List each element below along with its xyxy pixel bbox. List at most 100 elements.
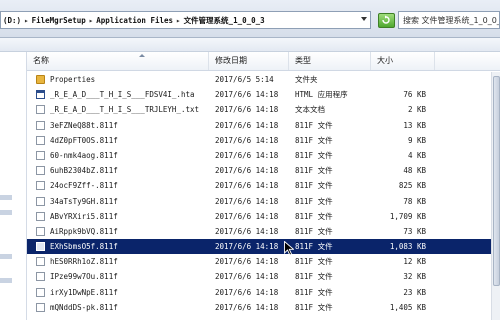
file-size: 32 KB (403, 272, 426, 282)
address-toolbar: (D:) ▸ FileMgrSetup ▸ Application Files ▸ 文件管理… (0, 0, 500, 38)
file-size: 48 KB (403, 166, 426, 176)
file-size: 2 KB (407, 105, 426, 115)
file-date: 2017/6/6 14:18 (215, 257, 279, 267)
breadcrumb-filemgrsetup[interactable]: FileMgrSetup (32, 16, 86, 25)
file-row[interactable]: hES0RRh1oZ.811f 2017/6/6 14:18 811F 文件 12 K… (27, 254, 499, 269)
nav-item[interactable] (0, 210, 12, 215)
file-row[interactable]: Properties 2017/6/5 5:14 文件夹 (27, 72, 499, 87)
breadcrumb-separator-icon[interactable]: ▸ (86, 16, 97, 25)
search-input[interactable]: 搜索 文件管理系统_1_0_0_3 (398, 11, 500, 29)
file-type: 811F 文件 (295, 242, 333, 252)
file-row[interactable]: 24ocF9Zff-.811f 2017/6/6 14:18 811F 文件 825 … (27, 178, 499, 193)
file-date: 2017/6/5 5:14 (215, 75, 274, 84)
file-row[interactable]: 6uhB2304bZ.811f 2017/6/6 14:18 811F 文件 48 K… (27, 163, 499, 178)
file-name: IPze99w7Ou.811f (50, 272, 118, 282)
file-row[interactable]: EXhSbmsO5f.811f 2017/6/6 14:18 811F 文件 1,08… (27, 239, 499, 255)
file-icon (36, 272, 45, 282)
hta-file-icon (36, 90, 45, 100)
breadcrumb-application-files[interactable]: Application Files (96, 16, 173, 25)
file-row[interactable]: _R_E_A_D___T_H_I_S___FDSV4I_.hta 2017/6/6… (27, 87, 499, 102)
file-icon (36, 242, 45, 252)
breadcrumb-separator-icon[interactable]: ▸ (21, 16, 32, 25)
refresh-icon (382, 15, 390, 24)
file-size: 12 KB (403, 257, 426, 267)
file-type: 811F 文件 (295, 135, 333, 145)
file-row[interactable]: _R_E_A_D___T_H_I_S___TRJLEYH_.txt 2017/6/… (27, 102, 499, 117)
file-date: 2017/6/6 14:18 (215, 105, 279, 115)
file-icon (36, 150, 45, 160)
nav-item[interactable] (0, 278, 12, 283)
file-date: 2017/6/6 14:18 (215, 90, 279, 100)
file-name: 60-nmk4aog.811f (50, 150, 118, 160)
file-list: Properties 2017/6/5 5:14 文件夹 _R_E_A_D___T_H… (27, 72, 499, 315)
file-size: 825 KB (398, 181, 426, 191)
file-name: ABvYRXiri5.811f (50, 211, 118, 221)
navigation-pane[interactable] (0, 52, 27, 320)
folder-icon (36, 75, 45, 84)
file-name: AiRppk9bVQ.811f (50, 226, 118, 236)
column-header-date[interactable]: 修改日期 (209, 52, 289, 70)
file-row[interactable]: 60-nmk4aog.811f 2017/6/6 14:18 811F 文件 4 KB (27, 148, 499, 163)
file-type: 文件夹 (295, 75, 318, 84)
column-header: 名称 修改日期 类型 大小 (27, 52, 500, 71)
file-icon (36, 287, 45, 297)
file-date: 2017/6/6 14:18 (215, 135, 279, 145)
scrollbar-thumb[interactable] (493, 76, 500, 286)
file-size: 4 KB (407, 150, 426, 160)
file-icon (36, 135, 45, 145)
breadcrumb-current-folder[interactable]: 文件管理系统_1_0_0_3 (184, 16, 265, 25)
file-type: 811F 文件 (295, 120, 333, 130)
nav-item[interactable] (0, 195, 12, 200)
file-size: 76 KB (403, 90, 426, 100)
file-date: 2017/6/6 14:18 (215, 120, 279, 130)
vertical-scrollbar[interactable] (491, 72, 500, 320)
file-icon (36, 302, 45, 312)
address-field[interactable]: (D:) ▸ FileMgrSetup ▸ Application Files ▸ 文件管理… (0, 11, 371, 29)
breadcrumb-drive[interactable]: (D:) (3, 16, 21, 25)
refresh-button[interactable] (378, 13, 395, 28)
file-type: 811F 文件 (295, 272, 333, 282)
file-row[interactable]: IPze99w7Ou.811f 2017/6/6 14:18 811F 文件 32 K… (27, 269, 499, 284)
file-name: _R_E_A_D___T_H_I_S___TRJLEYH_.txt (50, 105, 200, 115)
address-dropdown-icon[interactable] (361, 17, 367, 21)
file-size: 1,405 KB (389, 302, 426, 312)
file-type: 811F 文件 (295, 166, 333, 176)
file-icon (36, 257, 45, 267)
file-row[interactable]: AiRppk9bVQ.811f 2017/6/6 14:18 811F 文件 73 K… (27, 224, 499, 239)
file-row[interactable]: 3eFZNeQ88t.811f 2017/6/6 14:18 811F 文件 13 K… (27, 118, 499, 133)
file-row[interactable]: ABvYRXiri5.811f 2017/6/6 14:18 811F 文件 1,70… (27, 209, 499, 224)
breadcrumb-separator-icon[interactable]: ▸ (173, 16, 184, 25)
file-type: 811F 文件 (295, 150, 333, 160)
file-row[interactable]: mQNddDS-pk.811f 2017/6/6 14:18 811F 文件 1,40… (27, 300, 499, 315)
file-row[interactable]: 4dZ0pFT0OS.811f 2017/6/6 14:18 811F 文件 9 KB (27, 133, 499, 148)
file-size: 78 KB (403, 196, 426, 206)
command-bar (0, 38, 500, 52)
file-row[interactable]: 34aTsTy9GH.811f 2017/6/6 14:18 811F 文件 78 K… (27, 194, 499, 209)
file-date: 2017/6/6 14:18 (215, 272, 279, 282)
file-name: EXhSbmsO5f.811f (50, 242, 118, 252)
file-icon (36, 226, 45, 236)
file-size: 13 KB (403, 120, 426, 130)
file-size: 23 KB (403, 287, 426, 297)
file-type: 811F 文件 (295, 257, 333, 267)
file-name: _R_E_A_D___T_H_I_S___FDSV4I_.hta (50, 90, 195, 100)
file-name: 24ocF9Zff-.811f (50, 181, 118, 191)
file-row[interactable]: irXy1DwNpE.811f 2017/6/6 14:18 811F 文件 23 K… (27, 285, 499, 300)
file-type: 811F 文件 (295, 181, 333, 191)
file-name: 34aTsTy9GH.811f (50, 196, 118, 206)
file-date: 2017/6/6 14:18 (215, 211, 279, 221)
column-header-type[interactable]: 类型 (289, 52, 371, 70)
file-name: irXy1DwNpE.811f (50, 287, 118, 297)
nav-item[interactable] (0, 254, 12, 259)
file-type: 811F 文件 (295, 302, 333, 312)
file-type: 811F 文件 (295, 287, 333, 297)
file-type: 811F 文件 (295, 196, 333, 206)
column-header-name[interactable]: 名称 (27, 52, 209, 70)
file-name: 4dZ0pFT0OS.811f (50, 135, 118, 145)
file-date: 2017/6/6 14:18 (215, 181, 279, 191)
column-header-size[interactable]: 大小 (371, 52, 435, 70)
file-size: 1,709 KB (389, 211, 426, 221)
file-name: 3eFZNeQ88t.811f (50, 120, 118, 130)
file-icon (36, 120, 45, 130)
file-date: 2017/6/6 14:18 (215, 287, 279, 297)
